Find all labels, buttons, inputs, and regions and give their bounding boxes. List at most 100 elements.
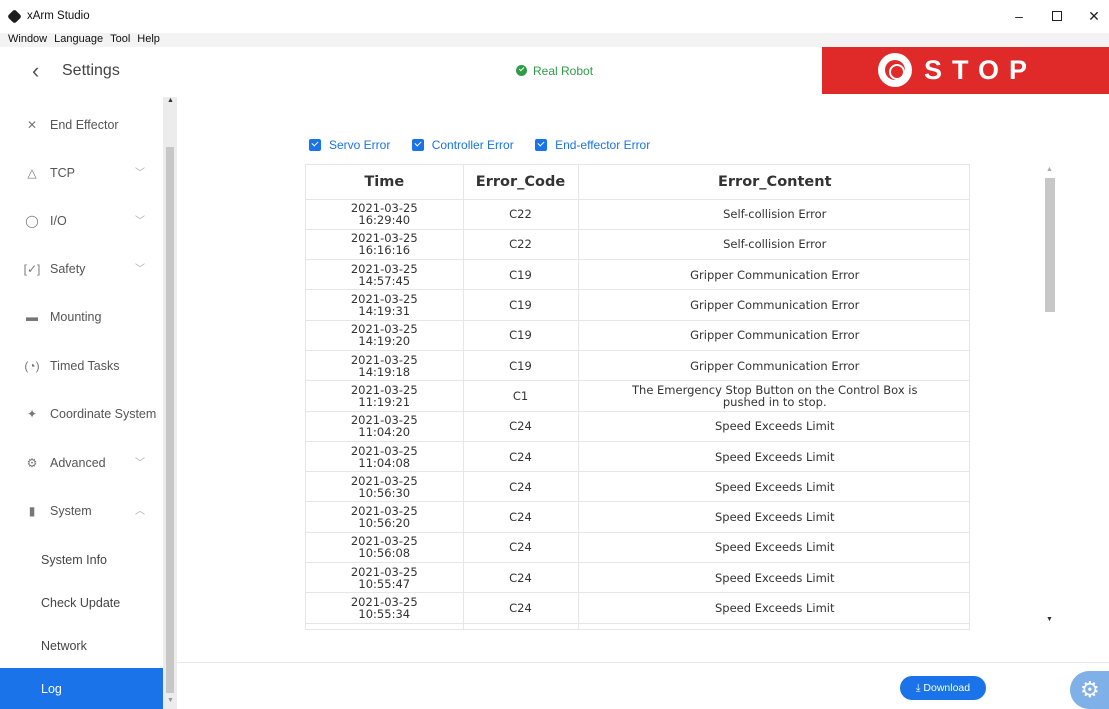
table-row: 2021-03-25 10:56:08 C24 Speed Exceeds Limit	[306, 532, 969, 564]
sidebar-item-advanced[interactable]: ⚙ Advanced ﹀	[0, 439, 163, 487]
table-row: 2021-03-25 11:04:08 C24 Speed Exceeds Limit	[306, 441, 969, 473]
cell-clock: 11:04:08	[358, 455, 411, 470]
footer-divider	[177, 662, 1109, 663]
cell-clock: 10:55:47	[358, 576, 411, 591]
table-scroll-thumb[interactable]	[1045, 178, 1055, 312]
maximize-button[interactable]	[1047, 6, 1067, 26]
column-header-error-code: Error_Code	[463, 165, 579, 200]
sidebar-subitem-check-update[interactable]: Check Update	[0, 582, 163, 625]
cell-date: 2021-03-25	[350, 443, 418, 458]
sidebar-item-label: End Effector	[50, 118, 119, 132]
error-filters: Servo Error Controller Error End-effecto…	[309, 138, 668, 152]
close-button[interactable]: ✕	[1084, 6, 1104, 26]
cell-date: 2021-03-25	[350, 473, 418, 488]
sidebar-item-mounting[interactable]: ▬ Mounting	[0, 293, 163, 341]
emergency-stop-button[interactable]: STOP	[822, 47, 1109, 94]
sidebar-item-safety[interactable]: [✓] Safety ﹀	[0, 245, 163, 293]
sidebar-scroll-thumb[interactable]	[166, 147, 174, 693]
sidebar-subitem-log[interactable]: Log	[0, 668, 163, 709]
cell-time: 2021-03-25 10:56:08	[306, 532, 464, 564]
table-scrollbar[interactable]: ▲ ▼	[1043, 164, 1057, 630]
filter-label: End-effector Error	[555, 138, 651, 152]
filter-end-effector-error[interactable]: End-effector Error	[535, 138, 650, 152]
stop-label: STOP	[924, 55, 1038, 85]
sidebar-subitem-label: Network	[41, 639, 87, 653]
scroll-down-icon[interactable]: ▼	[1046, 616, 1053, 623]
cell-clock: 10:55:34	[358, 607, 411, 621]
cell-error-code: C24	[463, 562, 579, 594]
sidebar-scrollbar[interactable]: ▲ ▼	[163, 97, 177, 709]
minimize-button[interactable]: –	[1009, 6, 1029, 26]
menu-window[interactable]: Window	[8, 33, 47, 46]
cell-error-code	[463, 623, 579, 629]
sidebar-subitem-label: Log	[41, 682, 62, 696]
cell-error-content: Speed Exceeds Limit	[578, 532, 969, 564]
sidebar-item-timed-tasks[interactable]: (◔) Timed Tasks	[0, 342, 163, 390]
scroll-up-icon[interactable]: ▲	[1046, 166, 1053, 173]
cell-time: 2021-03-25 10:56:30	[306, 471, 464, 503]
cell-clock: 10:56:20	[358, 516, 411, 531]
cell-date: 2021-03-25	[350, 261, 418, 276]
back-arrow-icon[interactable]: ‹	[32, 60, 52, 83]
sidebar-item-label: TCP	[50, 166, 75, 180]
cell-error-content: Speed Exceeds Limit	[578, 501, 969, 533]
cell-error-code: C22	[463, 229, 579, 261]
sidebar: ✕ End Effector △ TCP ﹀ ◯ I/O ﹀ [✓] Safet…	[0, 97, 163, 709]
cell-clock: 10:56:08	[358, 546, 411, 561]
checkbox-checked-icon[interactable]	[309, 139, 321, 151]
cell-time: 2021-03-25 14:19:18	[306, 350, 464, 382]
cell-error-content: Gripper Communication Error	[578, 320, 969, 351]
cell-clock: 11:19:21	[358, 394, 411, 409]
menu-bar: Window Language Tool Help	[0, 33, 1109, 47]
mounting-icon: ▬	[26, 310, 38, 324]
scroll-up-icon[interactable]: ▲	[167, 97, 174, 104]
sidebar-item-label: System	[50, 504, 92, 518]
cell-clock: 14:57:45	[358, 273, 411, 288]
app-title: xArm Studio	[27, 10, 90, 22]
cell-error-code: C22	[463, 199, 579, 230]
advanced-icon: ⚙	[26, 456, 38, 470]
cell-error-code: C24	[463, 532, 579, 564]
cell-error-code: C24	[463, 411, 579, 442]
chevron-up-icon: ︿	[135, 506, 145, 517]
menu-tool[interactable]: Tool	[110, 33, 130, 46]
menu-help[interactable]: Help	[137, 33, 160, 46]
checkbox-checked-icon[interactable]	[535, 139, 548, 151]
cell-time: 2021-03-25 14:57:45	[306, 259, 464, 291]
download-button[interactable]: ⤓ Download	[900, 676, 986, 700]
cell-error-content: Self-collision Error	[578, 199, 969, 230]
sidebar-subitem-network[interactable]: Network	[0, 625, 163, 668]
table-row: 2021-03-25 10:55:34 C24 Speed Exceeds Limit	[306, 592, 969, 624]
sidebar-item-coordinate-system[interactable]: ✦ Coordinate System	[0, 390, 163, 438]
filter-servo-error[interactable]: Servo Error	[309, 138, 390, 152]
cell-time: 2021-03-25 11:04:08	[306, 441, 464, 473]
cell-clock: 14:19:18	[358, 364, 411, 379]
sidebar-subitem-system-info[interactable]: System Info	[0, 539, 163, 582]
sidebar-item-io[interactable]: ◯ I/O ﹀	[0, 197, 163, 245]
cell-error-content: Speed Exceeds Limit	[578, 441, 969, 473]
sidebar-item-label: Mounting	[50, 310, 102, 324]
cell-error-code: C19	[463, 350, 579, 382]
cell-clock: 11:04:20	[358, 425, 411, 440]
io-icon: ◯	[25, 214, 39, 228]
cell-clock: 14:19:31	[358, 304, 411, 319]
cell-error-code: C24	[463, 471, 579, 503]
cell-error-code: C1	[463, 380, 579, 412]
maximize-icon	[1052, 11, 1062, 21]
settings-gear-button[interactable]: ⚙	[1070, 671, 1109, 709]
scroll-down-icon[interactable]: ▼	[167, 697, 174, 704]
system-icon: ▮	[28, 504, 36, 518]
gear-icon: ⚙	[1080, 677, 1100, 702]
cell-date: 2021-03-25	[350, 564, 418, 579]
cell-error-code: C19	[463, 289, 579, 321]
sidebar-item-end-effector[interactable]: ✕ End Effector	[0, 101, 163, 149]
error-log-table: Time Error_Code Error_Content 2021-03-25…	[305, 164, 970, 630]
table-row: 2021-03-25 10:56:20 C24 Speed Exceeds Limit	[306, 501, 969, 533]
menu-language[interactable]: Language	[54, 33, 103, 46]
sidebar-item-system[interactable]: ▮ System ︿	[0, 487, 163, 535]
sidebar-item-tcp[interactable]: △ TCP ﹀	[0, 149, 163, 197]
filter-controller-error[interactable]: Controller Error	[411, 138, 514, 152]
cell-error-content: Speed Exceeds Limit	[578, 411, 969, 442]
column-header-error-content: Error_Content	[578, 165, 969, 200]
checkbox-checked-icon[interactable]	[411, 139, 424, 151]
